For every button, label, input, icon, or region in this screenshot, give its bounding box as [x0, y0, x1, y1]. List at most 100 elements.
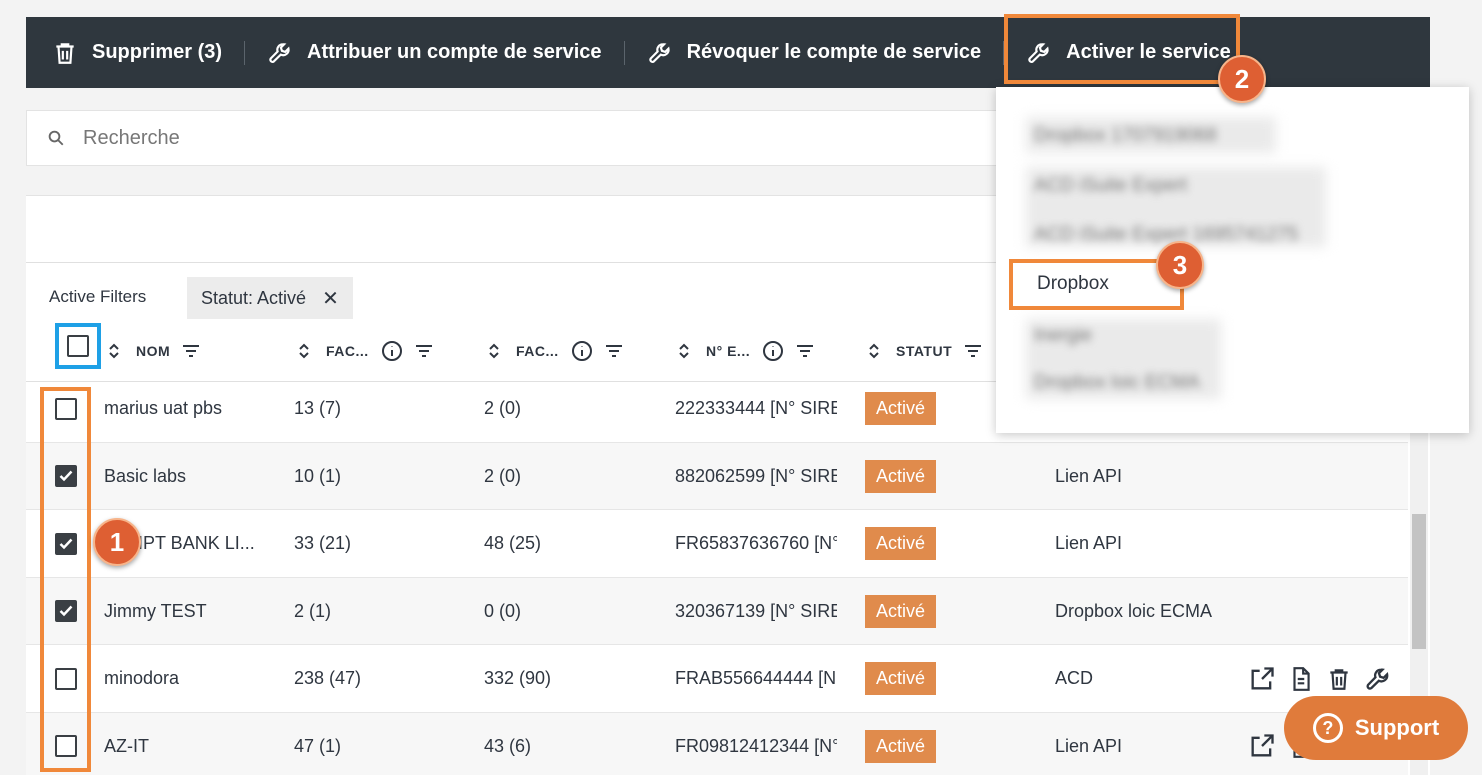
step-badge-3: 3	[1156, 241, 1204, 289]
column-header-ne[interactable]: N° E...	[678, 320, 814, 382]
sort-icon[interactable]	[678, 342, 690, 360]
status-badge: Activé	[865, 459, 937, 493]
external-link-icon[interactable]	[1248, 732, 1276, 760]
step-badge-2: 2	[1218, 55, 1266, 103]
filter-icon[interactable]	[415, 344, 433, 358]
cell-nom[interactable]: Basic labs	[104, 443, 274, 510]
step-badge-1: 1	[93, 518, 141, 566]
cell-fac1: 33 (21)	[294, 533, 352, 553]
cell-service: Dropbox loic ECMA	[1055, 600, 1213, 621]
cell-fac2: 0 (0)	[484, 600, 522, 621]
cell-service: Lien API	[1055, 735, 1123, 756]
dropdown-item[interactable]: Dropbox 1707919068	[1034, 125, 1217, 147]
cell-fac1: 10 (1)	[294, 465, 342, 486]
search-icon	[48, 130, 64, 146]
table-row[interactable]: minodora 238 (47) 332 (90) FRAB556644444…	[26, 645, 1408, 713]
dropdown-item[interactable]: Inergie	[1034, 325, 1092, 347]
info-icon[interactable]	[571, 340, 593, 362]
cell-nom[interactable]: Jimmy TEST	[104, 578, 274, 645]
column-header-statut[interactable]: STATUT	[868, 320, 982, 382]
cell-service: ACD	[1055, 668, 1094, 688]
wrench-icon	[648, 42, 670, 63]
column-label: FAC...	[516, 343, 559, 359]
help-icon: ?	[1312, 713, 1343, 743]
revoke-service-account-label: Révoquer le compte de service	[686, 41, 982, 63]
revoke-service-account-button[interactable]: Révoquer le compte de service	[647, 17, 982, 88]
sort-icon[interactable]	[298, 342, 310, 360]
table-row[interactable]: AZ-IT 47 (1) 43 (6) FR09812412344 [N° T …	[26, 712, 1408, 775]
table-row[interactable]: Basic labs 10 (1) 2 (0) 882062599 [N° SI…	[26, 442, 1408, 510]
dropdown-item[interactable]: ACD iSuite Expert	[1034, 175, 1187, 197]
cell-service: Lien API	[1055, 533, 1123, 553]
cell-fac2: 43 (6)	[484, 735, 532, 756]
status-badge: Activé	[865, 662, 937, 695]
cell-nom[interactable]: marius uat pbs	[104, 375, 274, 442]
toolbar-divider	[623, 40, 625, 65]
cell-statut: Activé	[865, 713, 937, 775]
column-label: NOM	[136, 343, 171, 359]
search-input[interactable]	[83, 126, 983, 150]
cell-statut: Activé	[865, 578, 937, 645]
trash-icon	[56, 42, 74, 64]
scrollbar-thumb[interactable]	[1412, 514, 1426, 649]
status-badge: Activé	[865, 594, 937, 628]
filter-icon[interactable]	[182, 344, 200, 358]
filter-chip-label: Statut: Activé	[201, 287, 307, 308]
cell-fac1: 238 (47)	[294, 668, 362, 688]
highlight-row-checkboxes	[40, 387, 91, 772]
column-header-fac1[interactable]: FAC...	[298, 320, 433, 382]
filter-icon[interactable]	[964, 344, 982, 358]
close-icon[interactable]: ✕	[322, 286, 339, 311]
cell-ne: 882062599 [N° SIREN	[675, 465, 837, 486]
select-all-checkbox[interactable]	[67, 335, 89, 357]
cell-nom[interactable]: minodora	[104, 645, 274, 712]
toolbar-divider	[244, 40, 246, 65]
cell-statut: Activé	[865, 510, 937, 577]
cell-fac1: 47 (1)	[294, 735, 342, 756]
wrench-icon	[269, 42, 290, 63]
column-label: STATUT	[896, 343, 953, 359]
column-label: N° E...	[706, 343, 751, 359]
support-button[interactable]: ? Support	[1284, 696, 1468, 760]
sort-icon[interactable]	[488, 342, 500, 360]
sort-icon[interactable]	[108, 342, 120, 360]
delete-button[interactable]: Supprimer (3)	[52, 17, 222, 88]
filter-icon[interactable]	[605, 344, 623, 358]
highlight-activate-service	[1004, 14, 1240, 84]
cell-fac2: 48 (25)	[484, 533, 542, 553]
dropdown-item[interactable]: Dropbox loic ECMA	[1034, 372, 1200, 394]
assign-service-account-button[interactable]: Attribuer un compte de service	[267, 17, 602, 88]
dropdown-item[interactable]: ACD iSuite Expert 1695741275	[1034, 224, 1298, 246]
cell-ne: FR09812412344 [N° T	[675, 735, 837, 756]
cell-statut: Activé	[865, 443, 937, 510]
delete-button-label: Supprimer (3)	[92, 41, 223, 63]
filter-icon[interactable]	[796, 344, 814, 358]
table-row[interactable]: EIPT BANK LI... 33 (21) 48 (25) FR658376…	[26, 510, 1408, 578]
cell-ne: FR65837636760 [N° T	[675, 533, 837, 553]
document-icon[interactable]	[1288, 665, 1314, 693]
info-icon[interactable]	[762, 340, 784, 362]
status-badge: Activé	[865, 392, 937, 425]
cell-nom[interactable]: EIPT BANK LI...	[126, 510, 286, 577]
column-header-fac2[interactable]: FAC...	[488, 320, 623, 382]
info-icon[interactable]	[381, 340, 403, 362]
trash-icon[interactable]	[1326, 665, 1352, 693]
cell-ne: FRAB556644444 [N° T	[675, 668, 837, 688]
cell-ne: 222333444 [N° SIREN	[675, 398, 837, 418]
table-row[interactable]: Jimmy TEST 2 (1) 0 (0) 320367139 [N° SIR…	[26, 577, 1408, 645]
wrench-icon[interactable]	[1364, 665, 1392, 693]
cell-ne: 320367139 [N° SIREN	[675, 600, 837, 621]
filter-chip-status: Statut: Activé ✕	[187, 277, 353, 319]
cell-nom[interactable]: AZ-IT	[104, 713, 274, 775]
cell-fac2: 332 (90)	[484, 668, 552, 688]
sort-icon[interactable]	[868, 342, 880, 360]
active-filters-label: Active Filters	[49, 287, 147, 306]
status-badge: Activé	[865, 729, 937, 763]
assign-service-account-label: Attribuer un compte de service	[307, 41, 602, 63]
status-badge: Activé	[865, 527, 937, 560]
cell-fac1: 13 (7)	[294, 398, 342, 418]
cell-fac2: 2 (0)	[484, 465, 522, 486]
column-header-nom[interactable]: NOM	[108, 320, 200, 382]
external-link-icon[interactable]	[1248, 665, 1276, 693]
table-body: marius uat pbs 13 (7) 2 (0) 222333444 [N…	[26, 375, 1408, 775]
